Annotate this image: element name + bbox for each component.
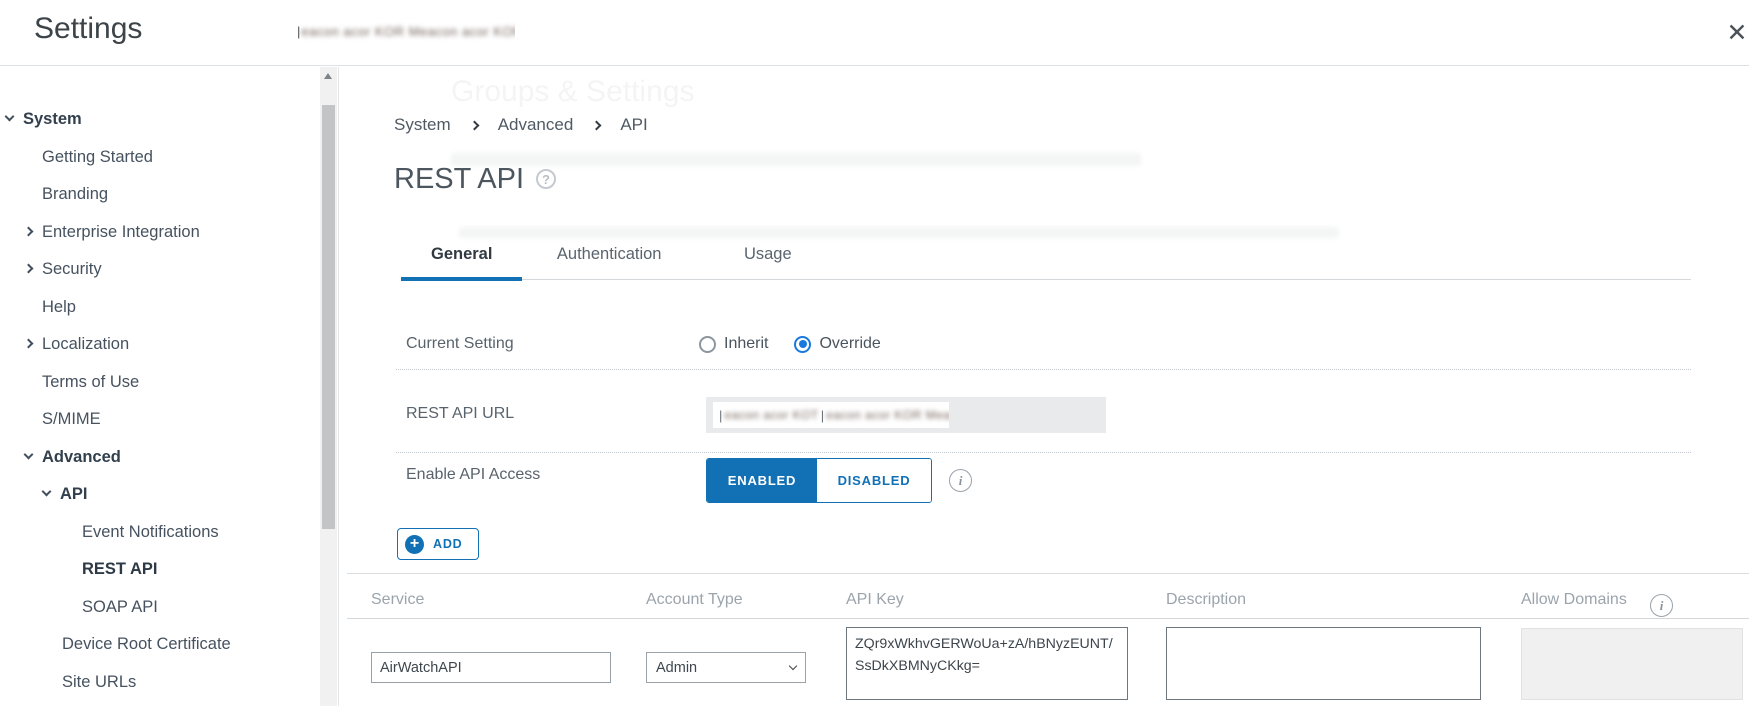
service-input[interactable] xyxy=(371,652,611,683)
radio-inherit-label[interactable]: Inherit xyxy=(724,335,768,353)
sidebar-item-branding[interactable]: Branding xyxy=(0,185,108,204)
enable-api-access-label: Enable API Access xyxy=(406,466,540,484)
page-title-settings: Settings xyxy=(34,12,142,46)
sidebar-item-localization[interactable]: Localization xyxy=(0,335,129,354)
sidebar-item-advanced[interactable]: Advanced xyxy=(0,448,121,467)
radio-override[interactable] xyxy=(794,336,811,353)
sidebar-item-s-mime[interactable]: S/MIME xyxy=(0,410,101,429)
sidebar-item-security[interactable]: Security xyxy=(0,260,102,279)
chevron-right-icon xyxy=(24,227,34,237)
chevron-down-icon xyxy=(42,487,52,497)
scrollbar-thumb[interactable] xyxy=(322,105,335,529)
sidebar-item-soap-api[interactable]: SOAP API xyxy=(0,598,158,617)
column-header-description: Description xyxy=(1166,591,1246,609)
chevron-down-icon xyxy=(789,662,797,670)
toggle-disabled-button[interactable]: DISABLED xyxy=(817,459,931,502)
rest-api-settings-panel: Groups & Settings System Advanced API RE… xyxy=(338,67,1749,706)
rest-api-url-masked-value: | eacon acor KOT | eacon acor KOR Meacon… xyxy=(713,402,949,428)
breadcrumb-api[interactable]: API xyxy=(620,115,647,135)
sidebar-item-site-urls[interactable]: Site URLs xyxy=(0,673,136,692)
chevron-right-icon xyxy=(24,339,34,349)
tab-general[interactable]: General xyxy=(401,245,522,281)
current-setting-label: Current Setting xyxy=(406,335,514,353)
sidebar-item-terms-of-use[interactable]: Terms of Use xyxy=(0,373,139,392)
chevron-down-icon xyxy=(24,450,34,460)
scrollbar-up-arrow-icon[interactable] xyxy=(320,67,337,85)
tab-usage[interactable]: Usage xyxy=(714,245,822,281)
row-divider xyxy=(396,369,1691,370)
breadcrumb-advanced[interactable]: Advanced xyxy=(498,115,574,135)
close-icon[interactable]: ✕ xyxy=(1722,18,1749,48)
tab-authentication[interactable]: Authentication xyxy=(527,245,692,281)
row-divider xyxy=(396,452,1691,453)
sidebar-item-api[interactable]: API xyxy=(0,485,88,504)
description-textarea[interactable] xyxy=(1166,627,1481,700)
plus-circle-icon: + xyxy=(405,535,424,554)
info-icon[interactable]: i xyxy=(949,469,972,492)
toggle-enabled-button[interactable]: ENABLED xyxy=(707,459,817,502)
radio-override-label[interactable]: Override xyxy=(819,335,880,353)
text-cursor: | xyxy=(297,24,300,39)
column-header-account-type: Account Type xyxy=(646,591,743,609)
column-header-service: Service xyxy=(371,591,424,609)
breadcrumb-system[interactable]: System xyxy=(394,115,451,135)
chevron-down-icon xyxy=(5,112,15,122)
column-header-allow-domains: Allow Domains xyxy=(1521,591,1627,609)
chevron-right-icon xyxy=(592,120,602,130)
page-title: REST API? xyxy=(394,163,556,196)
table-top-border xyxy=(347,573,1749,574)
allow-domains-disabled-field xyxy=(1521,628,1743,700)
settings-header: Settings | eacon acor KOR Meacon acor KO… xyxy=(0,0,1749,66)
settings-nav-sidebar: System Getting Started Branding Enterprise … xyxy=(0,67,320,706)
sidebar-item-event-notifications[interactable]: Event Notifications xyxy=(0,523,219,542)
current-setting-radio-group: Inherit Override xyxy=(699,335,907,353)
chevron-right-icon xyxy=(469,120,479,130)
background-ghost-line xyxy=(459,227,1339,238)
add-button[interactable]: + ADD xyxy=(397,528,479,560)
background-ghost-title: Groups & Settings xyxy=(451,75,694,109)
help-icon[interactable]: ? xyxy=(536,169,556,189)
enable-api-access-toggle: ENABLED DISABLED xyxy=(706,458,932,503)
sidebar-item-help[interactable]: Help xyxy=(0,298,76,317)
sidebar-item-getting-started[interactable]: Getting Started xyxy=(0,148,153,167)
api-key-textarea[interactable]: ZQr9xWkhvGERWoUa+zA/hBNyzEUNT/SsDkXBMNyC… xyxy=(846,627,1128,700)
radio-inherit[interactable] xyxy=(699,336,716,353)
column-header-api-key: API Key xyxy=(846,591,904,609)
sidebar-item-device-root-certificate[interactable]: Device Root Certificate xyxy=(0,635,231,654)
allow-domains-info-icon[interactable]: i xyxy=(1650,594,1673,617)
table-header-border xyxy=(347,618,1749,619)
chevron-right-icon xyxy=(24,264,34,274)
account-type-value: Admin xyxy=(656,660,697,676)
organization-group-selector[interactable]: | eacon acor KOR Meacon acor KOR Meaco l… xyxy=(287,13,515,50)
rest-api-url-label: REST API URL xyxy=(406,405,514,423)
selector-masked-value: eacon acor KOR Meacon acor KOR Meaco xyxy=(301,24,515,39)
rest-api-url-field: | eacon acor KOT | eacon acor KOR Meacon… xyxy=(706,397,1106,433)
sidebar-scrollbar[interactable] xyxy=(320,67,337,706)
account-type-select[interactable]: Admin xyxy=(646,652,806,683)
tab-bar: General Authentication Usage xyxy=(401,245,1691,280)
sidebar-item-system[interactable]: System xyxy=(0,110,82,129)
breadcrumb: System Advanced API xyxy=(394,115,648,135)
sidebar-item-rest-api[interactable]: REST API xyxy=(0,560,157,579)
sidebar-item-enterprise-integration[interactable]: Enterprise Integration xyxy=(0,223,200,242)
